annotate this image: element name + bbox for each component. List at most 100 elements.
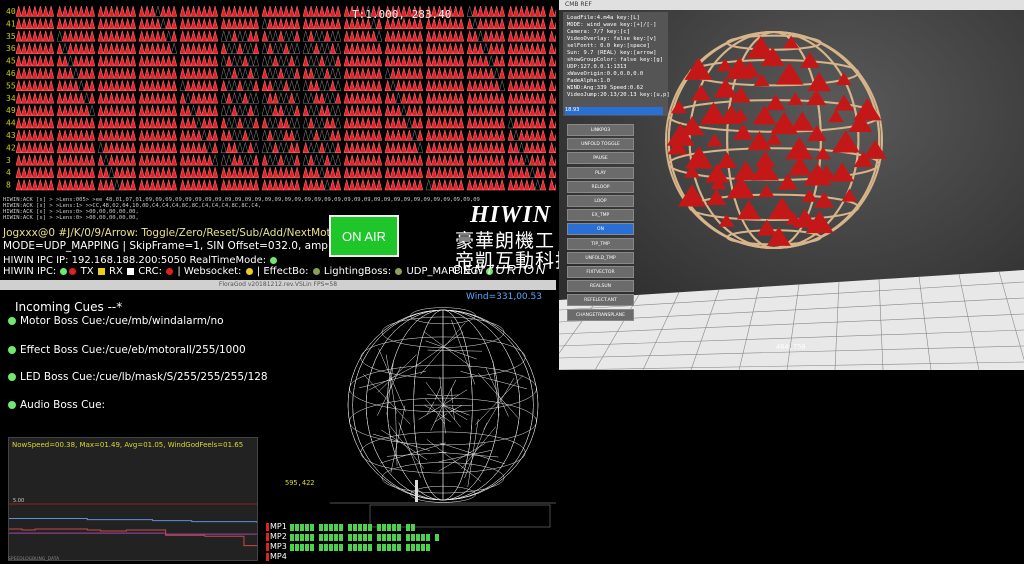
motor-triangle xyxy=(62,178,69,191)
motor-triangle xyxy=(48,91,55,104)
mp-block xyxy=(387,534,391,541)
motor-triangle xyxy=(482,178,489,191)
motor-triangle xyxy=(283,17,290,30)
motor-triangle xyxy=(417,91,424,104)
motor-triangle xyxy=(56,116,63,129)
motor-triangle xyxy=(37,79,44,92)
motor-triangle xyxy=(190,29,197,42)
control-button-loop[interactable]: LOOP xyxy=(567,195,634,207)
motor-triangle xyxy=(67,29,74,42)
motor-triangle xyxy=(236,5,243,17)
control-button-realsun[interactable]: REALSUN xyxy=(567,280,634,293)
motor-triangle xyxy=(488,67,495,79)
motor-triangle xyxy=(97,79,104,92)
motor-triangle xyxy=(78,29,85,42)
motor-triangle xyxy=(548,153,555,166)
motor-triangle xyxy=(42,29,49,42)
control-button-unfold-toggle[interactable]: UNFOLD TOGGLE xyxy=(567,138,634,151)
motor-triangle xyxy=(62,29,69,42)
motor-triangle xyxy=(89,104,96,116)
motor-triangle xyxy=(267,5,274,17)
motor-triangle xyxy=(130,129,137,141)
motor-triangle xyxy=(179,79,186,92)
inspector-selected-field[interactable]: 18.93 xyxy=(565,107,663,115)
motor-triangle xyxy=(113,54,120,67)
motor-triangle xyxy=(78,91,85,104)
control-button-unfold-tmp[interactable]: UNFOLD_TMP xyxy=(567,251,634,264)
motor-triangle xyxy=(518,54,525,67)
motor-triangle xyxy=(154,67,161,79)
motor-triangle xyxy=(417,29,424,42)
motor-triangle xyxy=(37,116,44,129)
motor-triangle xyxy=(400,129,407,141)
control-button-fixtvector[interactable]: FIXTVECTOR xyxy=(567,266,634,278)
control-button-refelect-ant[interactable]: REFELECT.ANT xyxy=(567,294,634,307)
motor-triangle xyxy=(482,54,489,67)
motor-triangle xyxy=(488,141,495,154)
motor-triangle xyxy=(365,67,372,79)
motor-triangle xyxy=(119,153,126,166)
motor-triangle xyxy=(507,5,514,17)
motor-triangle xyxy=(138,104,145,116)
motor-triangle xyxy=(302,5,309,17)
motor-triangle xyxy=(242,141,249,154)
motor-triangle xyxy=(277,91,284,104)
motor-triangle xyxy=(261,79,268,92)
motor-triangle xyxy=(15,54,22,67)
motor-triangle xyxy=(179,116,186,129)
motor-triangle xyxy=(529,141,536,154)
motor-triangle xyxy=(349,104,356,116)
control-button-linkpo3[interactable]: LINKPO3 xyxy=(567,124,634,136)
motor-triangle xyxy=(384,153,391,166)
motor-triangle xyxy=(452,129,459,141)
control-button-ex-tmp[interactable]: EX_TMP xyxy=(567,209,634,222)
control-button-changetransplane[interactable]: CHANGETRANSPLANE xyxy=(567,308,634,321)
control-button-play[interactable]: PLAY xyxy=(567,166,634,179)
motor-triangle xyxy=(406,67,413,79)
motor-triangle xyxy=(283,67,290,79)
motor-triangle xyxy=(26,54,33,67)
motor-triangle xyxy=(21,153,28,166)
motor-triangle xyxy=(130,79,137,92)
motor-triangle xyxy=(431,129,438,141)
motor-triangle xyxy=(103,5,110,17)
motor-triangle xyxy=(236,91,243,104)
motor-triangle xyxy=(195,5,202,17)
motor-triangle xyxy=(247,104,254,116)
motor-triangle xyxy=(343,166,350,178)
motor-triangle xyxy=(267,141,274,154)
motor-triangle xyxy=(283,5,290,17)
motor-triangle xyxy=(78,42,85,54)
motor-triangle xyxy=(72,129,79,141)
control-button-pause[interactable]: PAUSE xyxy=(567,152,634,165)
motor-triangle xyxy=(185,91,192,104)
mp-block xyxy=(358,524,362,531)
motor-triangle xyxy=(540,42,547,54)
motor-triangle xyxy=(343,29,350,42)
inspector-line: selFontt: 0.0 key:[space] xyxy=(567,43,650,49)
motor-triangle xyxy=(472,29,479,42)
motor-triangle xyxy=(283,79,290,92)
motor-triangle xyxy=(190,17,197,30)
motor-triangle xyxy=(472,116,479,129)
motor-triangle xyxy=(21,178,28,191)
motor-triangle xyxy=(226,67,233,79)
cue-status-dot xyxy=(8,373,16,381)
control-button-on[interactable]: ON xyxy=(567,223,634,236)
control-button-tip-tmp[interactable]: TIP_TMP xyxy=(567,237,634,250)
motor-triangle xyxy=(231,166,238,178)
motor-triangle xyxy=(149,29,156,42)
motor-triangle xyxy=(395,116,402,129)
motor-triangle xyxy=(154,29,161,42)
motor-triangle xyxy=(466,166,473,178)
motor-triangle xyxy=(171,141,178,154)
mp-block xyxy=(334,534,338,541)
motor-triangle xyxy=(365,141,372,154)
motor-triangle xyxy=(108,17,115,30)
motor-triangle xyxy=(83,116,90,129)
control-button-reloop[interactable]: RELOOP xyxy=(567,180,634,193)
motor-triangle xyxy=(294,129,301,141)
motor-triangle xyxy=(390,153,397,166)
motor-triangle xyxy=(294,5,301,17)
on-air-button[interactable]: ON AIR xyxy=(329,215,399,257)
